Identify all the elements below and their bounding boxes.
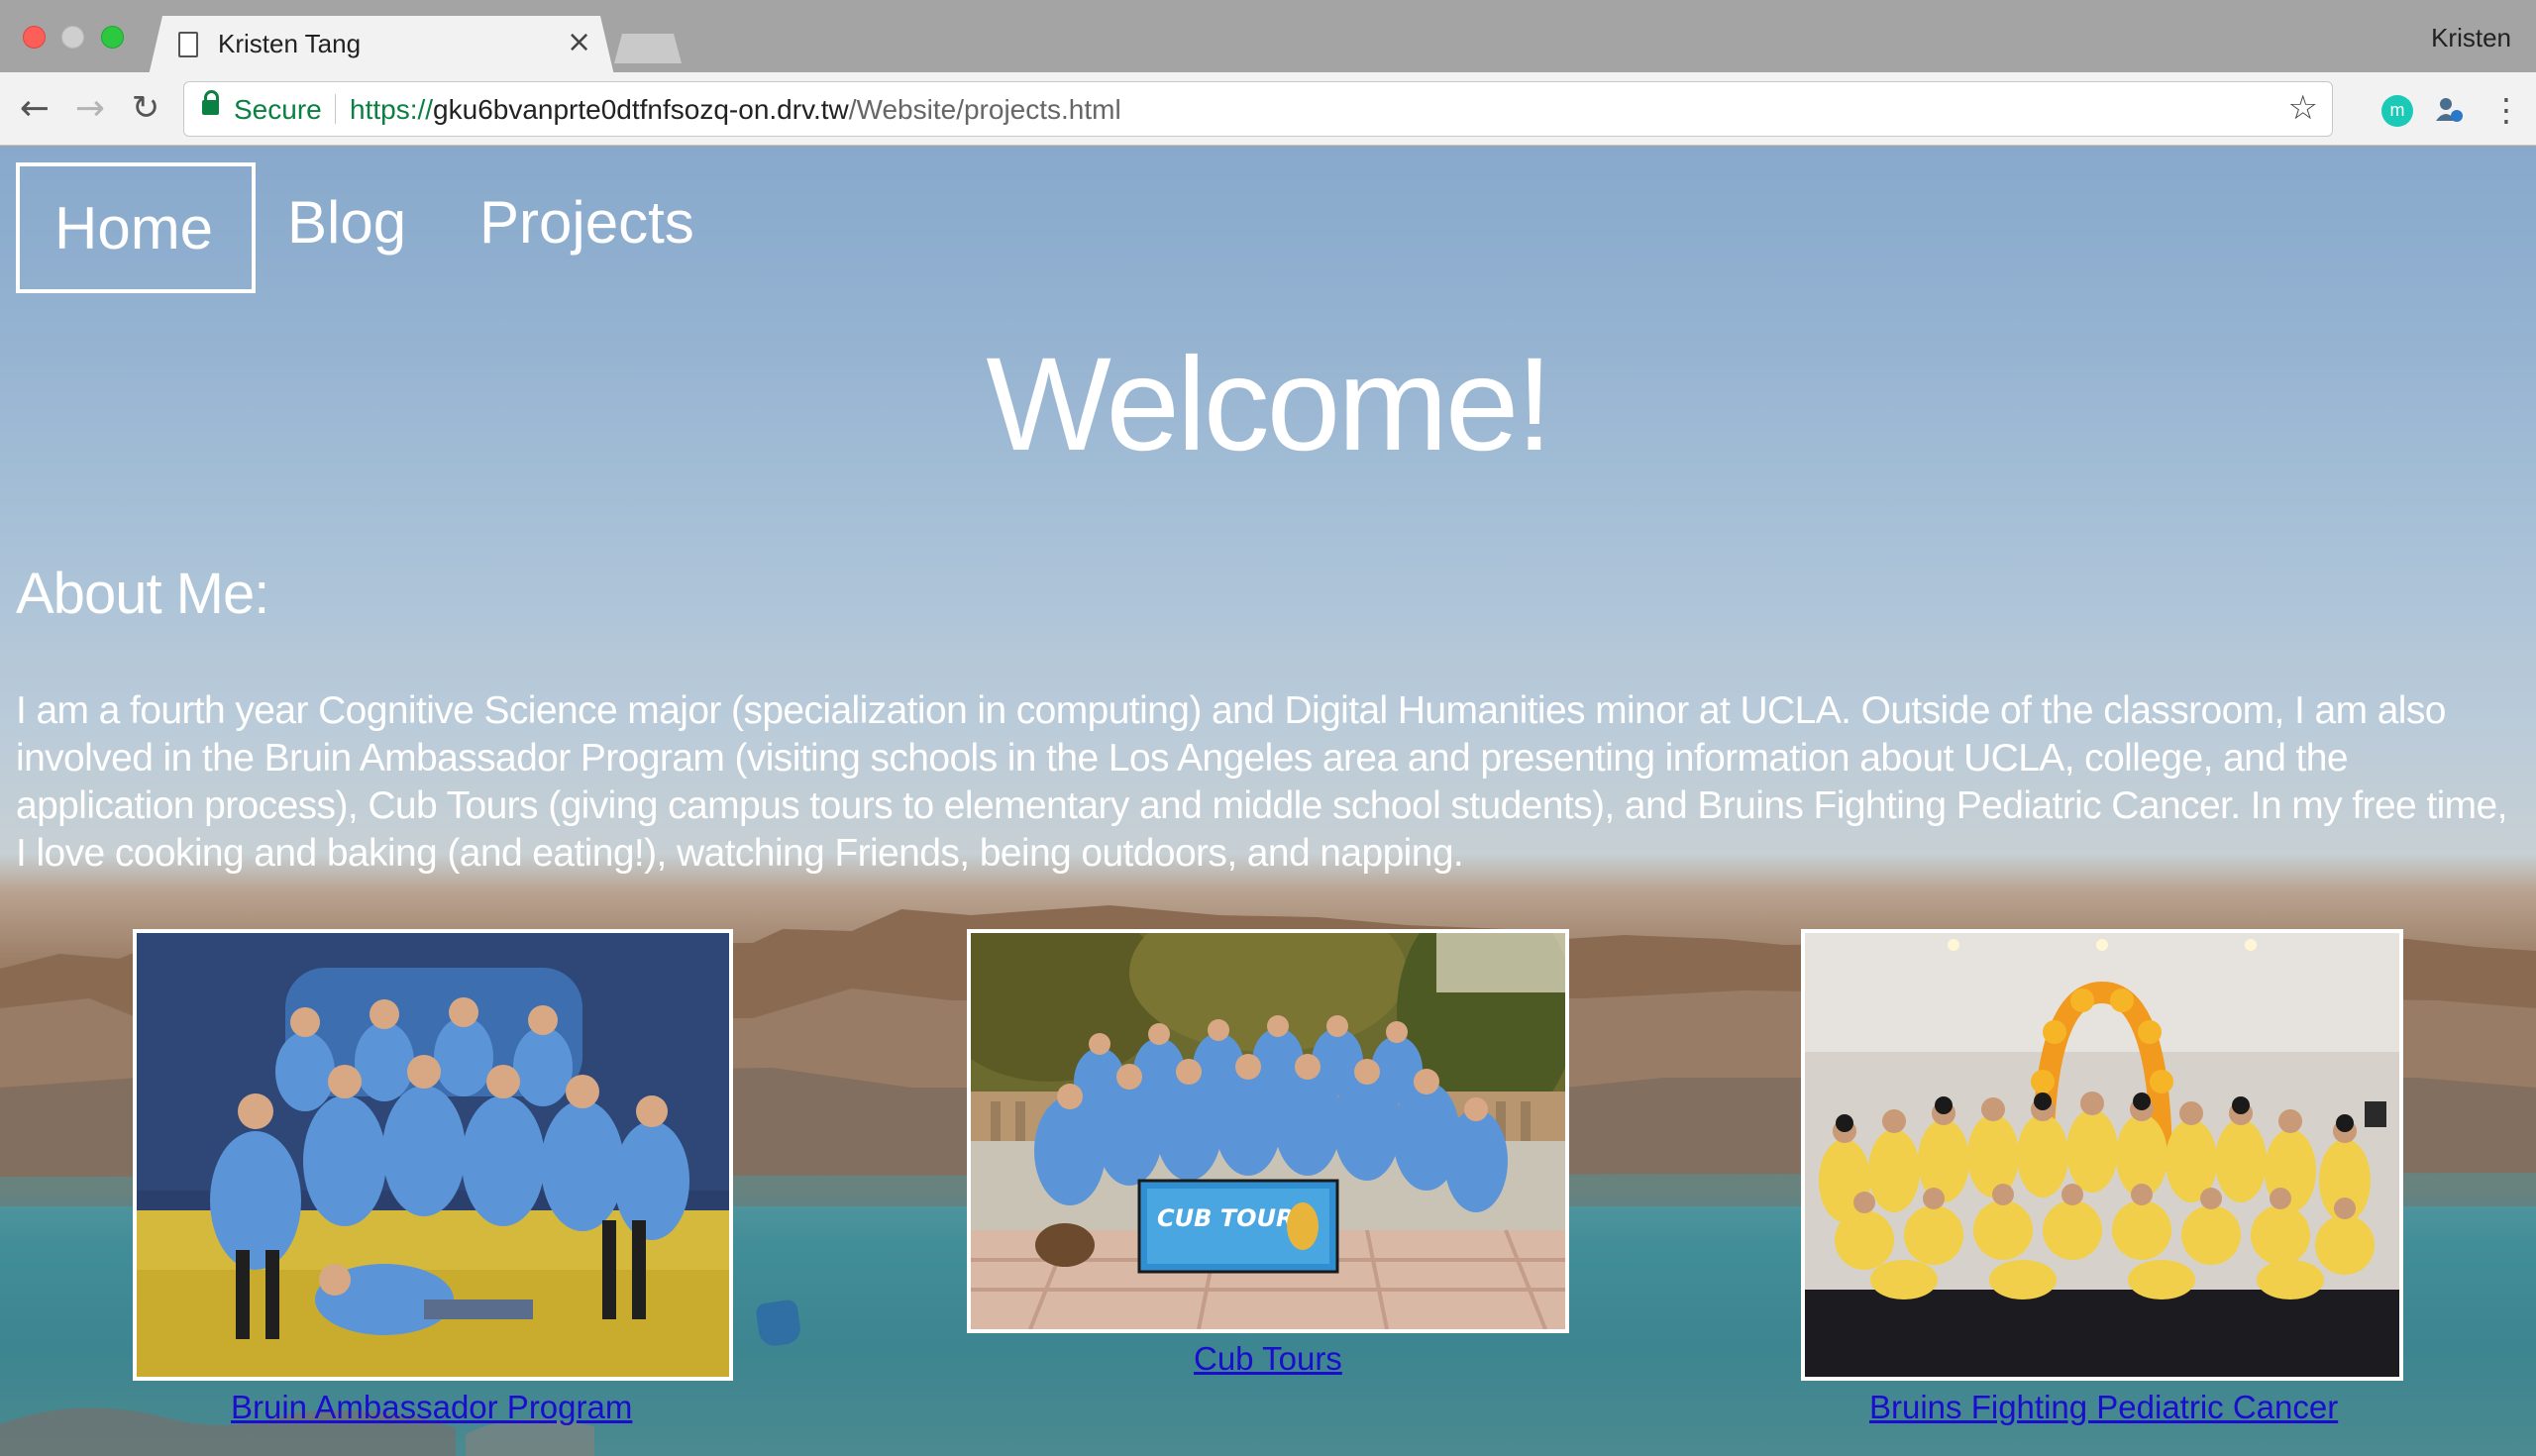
page-icon	[178, 32, 198, 57]
address-bar[interactable]: Secure https://gku6bvanprte0dtfnfsozq-on…	[183, 81, 2333, 137]
lock-icon	[202, 90, 219, 115]
nav-home-link[interactable]: Home	[16, 162, 256, 293]
new-tab-button[interactable]	[614, 34, 682, 63]
nav-blog-link[interactable]: Blog	[287, 188, 406, 257]
extension-m-icon[interactable]: m	[2381, 95, 2413, 127]
omnibox-divider	[335, 94, 336, 124]
cub-tours-link[interactable]: Cub Tours	[1194, 1340, 1342, 1378]
bruin-ambassador-photo	[133, 929, 733, 1381]
close-window-button[interactable]	[23, 26, 46, 49]
minimize-window-button[interactable]	[61, 26, 84, 49]
tab-close-icon[interactable]: ×	[567, 26, 591, 59]
back-arrow-icon[interactable]: ←	[14, 87, 55, 129]
page-viewport: Home Blog Projects Welcome! About Me: I …	[0, 147, 2536, 1456]
forward-arrow-icon[interactable]: →	[69, 87, 111, 129]
bruin-ambassador-link[interactable]: Bruin Ambassador Program	[231, 1389, 632, 1426]
tab-strip: Kristen Tang × Kristen	[0, 0, 2536, 72]
maximize-window-button[interactable]	[101, 26, 124, 49]
url-text[interactable]: https://gku6bvanprte0dtfnfsozq-on.drv.tw…	[350, 94, 1121, 126]
url-path: /Website/projects.html	[848, 94, 1121, 125]
profile-name[interactable]: Kristen	[2431, 23, 2511, 53]
url-host: gku6bvanprte0dtfnfsozq-on.drv.tw	[433, 94, 849, 125]
extension-person-icon[interactable]	[2435, 95, 2465, 125]
reload-icon[interactable]: ↻	[125, 87, 166, 129]
about-heading: About Me:	[16, 562, 269, 626]
menu-icon[interactable]: ⋮	[2490, 91, 2522, 129]
url-scheme: https://	[350, 94, 434, 125]
browser-toolbar: ← → ↻ Secure https://gku6bvanprte0dtfnfs…	[0, 72, 2536, 146]
welcome-heading: Welcome!	[986, 331, 1552, 478]
secure-label: Secure	[234, 94, 322, 125]
nav-projects-link[interactable]: Projects	[479, 188, 694, 257]
cub-tours-photo: CUB TOURS	[967, 929, 1569, 1333]
bfpc-photo	[1801, 929, 2403, 1381]
tab-title: Kristen Tang	[218, 29, 362, 58]
bfpc-link[interactable]: Bruins Fighting Pediatric Cancer	[1869, 1389, 2338, 1426]
star-icon[interactable]: ☆	[2288, 88, 2318, 128]
about-paragraph: I am a fourth year Cognitive Science maj…	[16, 689, 2507, 875]
